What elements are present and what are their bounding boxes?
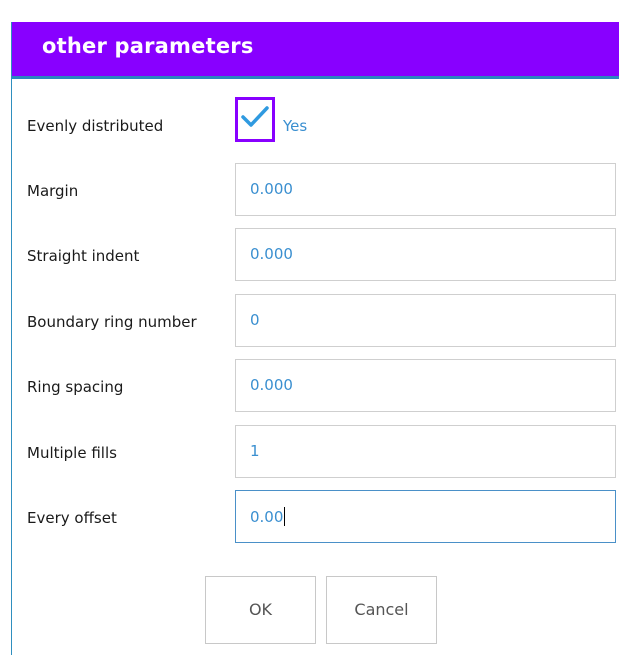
dialog-title: other parameters — [42, 34, 254, 58]
text-caret — [284, 507, 286, 526]
evenly-distributed-yes-label[interactable]: Yes — [283, 117, 307, 135]
cancel-button[interactable]: Cancel — [326, 576, 437, 644]
every-offset-input[interactable]: 0.00 — [235, 490, 616, 543]
multiple-fills-input[interactable]: 1 — [235, 425, 616, 478]
ok-button[interactable]: OK — [205, 576, 316, 644]
every-offset-label: Every offset — [27, 509, 117, 527]
multiple-fills-value: 1 — [250, 442, 260, 460]
every-offset-value: 0.00 — [250, 507, 286, 526]
background-strip — [0, 0, 619, 22]
evenly-distributed-checkbox[interactable] — [235, 97, 275, 142]
margin-input[interactable]: 0.000 — [235, 163, 616, 216]
dialog-title-bar[interactable]: other parameters — [12, 22, 619, 79]
multiple-fills-label: Multiple fills — [27, 444, 117, 462]
margin-value: 0.000 — [250, 180, 293, 198]
straight-indent-label: Straight indent — [27, 247, 140, 265]
boundary-ring-number-value: 0 — [250, 311, 260, 329]
every-offset-value-text: 0.00 — [250, 508, 284, 526]
boundary-ring-number-label: Boundary ring number — [27, 313, 197, 331]
checkmark-icon — [241, 106, 269, 127]
margin-label: Margin — [27, 182, 79, 200]
straight-indent-value: 0.000 — [250, 245, 293, 263]
straight-indent-input[interactable]: 0.000 — [235, 228, 616, 281]
ring-spacing-value: 0.000 — [250, 376, 293, 394]
ring-spacing-input[interactable]: 0.000 — [235, 359, 616, 412]
evenly-distributed-label: Evenly distributed — [27, 117, 164, 135]
boundary-ring-number-input[interactable]: 0 — [235, 294, 616, 347]
other-parameters-dialog: other parameters Evenly distributed Yes … — [11, 22, 619, 655]
ring-spacing-label: Ring spacing — [27, 378, 124, 396]
